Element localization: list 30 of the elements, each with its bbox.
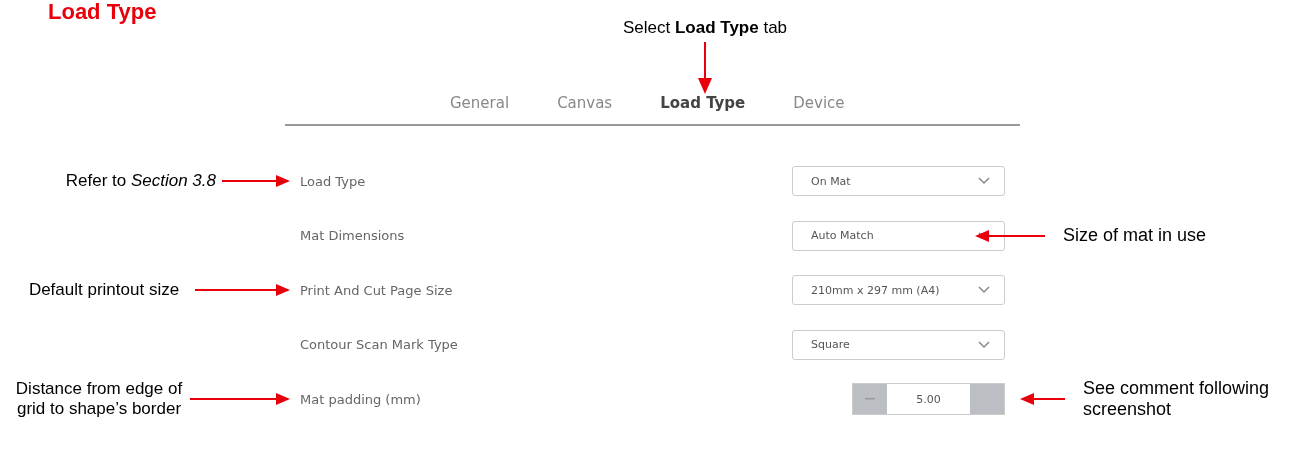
dropdown[interactable]: Square [792,329,1005,360]
arrow-icon [1020,393,1065,406]
annotation-text: Size of mat in use [1063,225,1208,247]
tab[interactable]: Device [793,94,845,112]
arrow-icon [190,393,290,406]
tab[interactable]: General [450,94,510,112]
number-field[interactable]: 5.00 [887,384,970,415]
callout-text: Select Load Type tab [621,18,789,38]
decrement-button[interactable] [853,384,887,415]
annotation-text: Distance from edge of grid to shape’s border [14,379,184,420]
tab[interactable]: Canvas [557,94,613,112]
minus-icon [865,398,875,401]
annotation-text: Default printout size [27,280,181,301]
setting-label: Contour Scan Mark Type [300,337,459,353]
arrow-icon [195,284,290,297]
dropdown[interactable]: Auto Match [792,220,1005,251]
dropdown[interactable]: 210mm x 297 mm (A4) [792,275,1005,306]
tab[interactable]: Load Type [660,94,746,112]
arrow-icon [697,42,713,94]
section-heading: Load Type [47,0,157,24]
setting-label: Mat padding (mm) [300,391,422,407]
increment-button[interactable] [970,384,1004,415]
dropdown[interactable]: On Mat [792,166,1005,197]
setting-label: Print And Cut Page Size [300,282,454,298]
arrow-icon [222,175,290,188]
annotation-text: Refer to Section 3.8 [65,171,216,192]
setting-label: Mat Dimensions [300,228,406,244]
arrow-icon [975,229,1045,242]
annotation-text: See comment following screenshot [1083,378,1271,421]
setting-label: Load Type [300,173,367,189]
